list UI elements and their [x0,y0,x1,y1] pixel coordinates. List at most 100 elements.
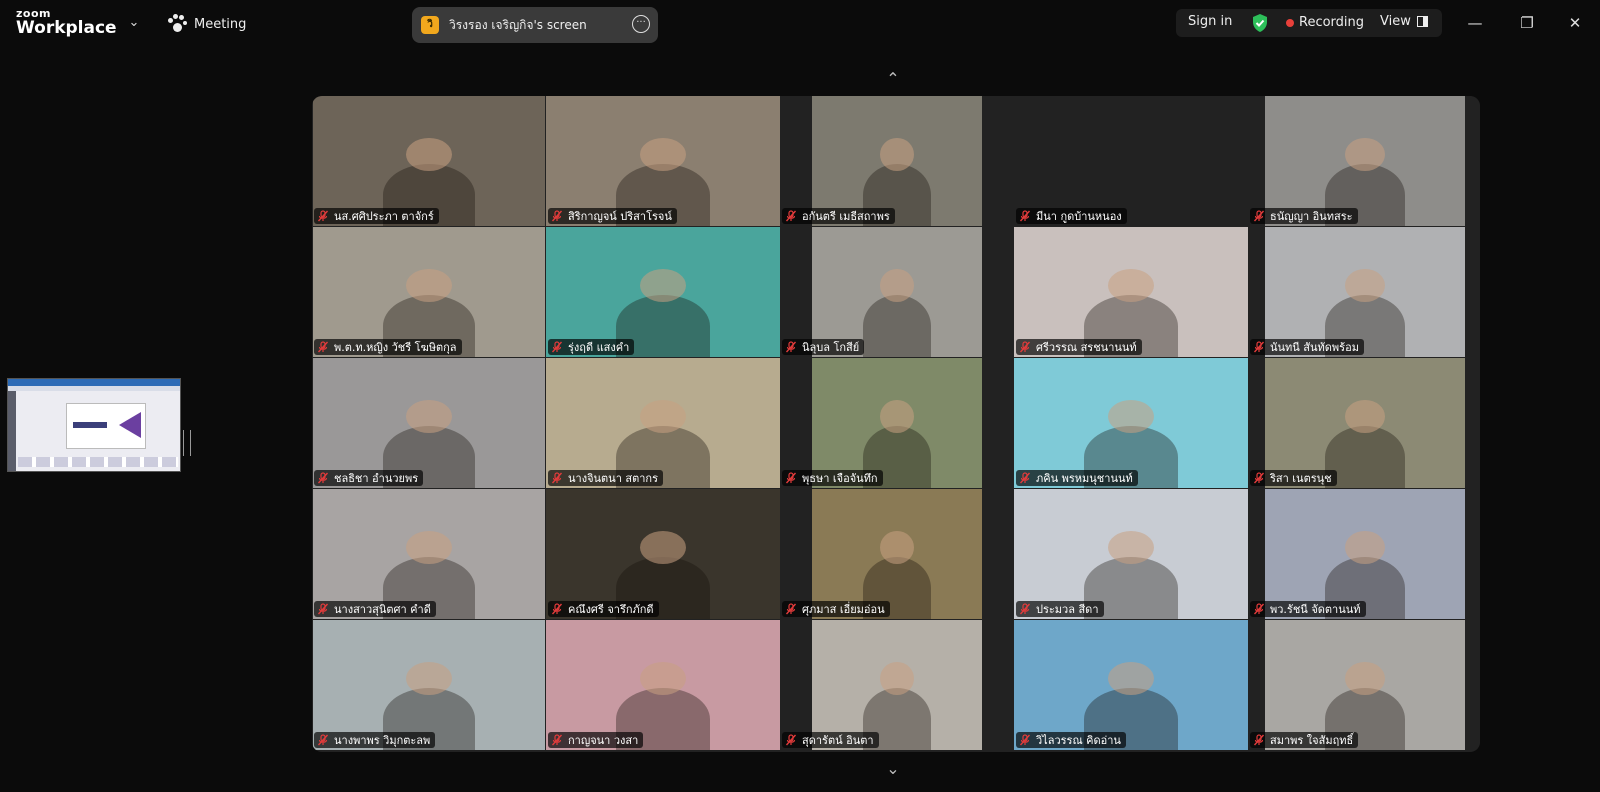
participant-name: กาญจนา วงสา [568,734,639,747]
view-button[interactable]: View [1380,14,1428,29]
participant-name: ศุภมาส เอี่ยมอ่อน [802,603,885,616]
participant-tile[interactable]: มีนา กูดบ้านหนอง [1014,96,1248,226]
participant-tile[interactable]: พุธษา เจือจันทึก [780,358,1014,488]
minimize-icon[interactable]: — [1464,12,1486,34]
participant-tile[interactable]: สมาพร ใจสัมฤทธิ์ [1248,620,1480,750]
mic-muted-icon [1019,603,1031,615]
participant-tile[interactable]: กาญจนา วงสา [546,620,780,750]
recording-indicator[interactable]: Recording [1286,15,1364,30]
participant-tile[interactable]: วิไลวรรณ คิดอ่าน [1014,620,1248,750]
participant-tile[interactable]: อกันตรี เมธีสถาพร [780,96,1014,226]
participant-tile[interactable]: นันทนี สันทัดพร้อม [1248,227,1480,357]
participant-tile[interactable]: คณึงศรี จารึกภักดี [546,489,780,619]
sharer-badge: วิ [421,16,439,34]
participant-name: พ.ต.ท.หญิง วัชรี โฆษิตกุล [334,341,457,354]
participant-name-tag: พุธษา เจือจันทึก [782,470,883,486]
participant-name: อกันตรี เมธีสถาพร [802,210,890,223]
participant-name: นางจินตนา สตากร [568,472,658,485]
participant-name-tag: ศุภมาส เอี่ยมอ่อน [782,601,890,617]
participant-name-tag: นางจินตนา สตากร [548,470,663,486]
participant-name: สุดารัตน์ อินตา [802,734,874,747]
mic-muted-icon [1019,734,1031,746]
participant-name-tag: นันทนี สันทัดพร้อม [1250,339,1364,355]
participant-name-tag: ชลธิชา อำนวยพร [314,470,424,486]
participant-name: มีนา กูดบ้านหนอง [1036,210,1122,223]
mic-muted-icon [1019,341,1031,353]
participant-name: พุธษา เจือจันทึก [802,472,878,485]
screen-share-indicator[interactable]: วิ วิรงรอง เจริญกิจ's screen ··· [412,7,658,43]
meeting-menu-button[interactable]: Meeting [166,12,246,36]
participant-name-tag: มีนา กูดบ้านหนอง [1016,208,1127,224]
participant-name: นันทนี สันทัดพร้อม [1270,341,1359,354]
participant-tile[interactable]: รุ่งฤดี แสงคำ [546,227,780,357]
participant-name: ธนัญญา อินทสระ [1270,210,1353,223]
participant-tile[interactable]: ริสา เนตรนุช [1248,358,1480,488]
participant-name-tag: ภคิน พรหมนุชานนท์ [1016,470,1138,486]
participant-tile[interactable]: ภคิน พรหมนุชานนท์ [1014,358,1248,488]
mic-muted-icon [317,472,329,484]
mic-muted-icon [785,472,797,484]
participant-name: นางสาวสุนิตศา คำดี [334,603,431,616]
mic-muted-icon [1253,341,1265,353]
mic-muted-icon [551,472,563,484]
participant-name-tag: พ.ต.ท.หญิง วัชรี โฆษิตกุล [314,339,462,355]
participant-name-tag: นางพาพร วิมุกตะลพ [314,732,436,748]
participant-tile[interactable]: ศรีวรรณ สรชนานนท์ [1014,227,1248,357]
participant-tile[interactable]: นส.ศศิประภา ตาจักร์ [312,96,546,226]
participant-tile[interactable]: ประมวล สีดา [1014,489,1248,619]
participant-tile[interactable]: ธนัญญา อินทสระ [1248,96,1480,226]
view-label: View [1380,14,1411,29]
view-layout-icon [1416,16,1428,27]
participant-name: คณึงศรี จารึกภักดี [568,603,654,616]
zoom-workplace-logo: zoom Workplace [16,8,117,37]
mic-muted-icon [317,341,329,353]
participant-name-tag: รุ่งฤดี แสงคำ [548,339,635,355]
mic-muted-icon [1253,472,1265,484]
more-options-icon[interactable]: ··· [632,15,650,33]
participant-name-tag: สุดารัตน์ อินตา [782,732,879,748]
mic-muted-icon [317,603,329,615]
participant-tile[interactable]: พว.รัชนี จัดตานนท์ [1248,489,1480,619]
mic-muted-icon [785,734,797,746]
mic-muted-icon [551,603,563,615]
participant-name: วิไลวรรณ คิดอ่าน [1036,734,1121,747]
participant-tile[interactable]: สิริกาญจน์ ปริสาโรจน์ [546,96,780,226]
chevron-down-icon[interactable]: ⌄ [124,13,144,33]
page-up-icon[interactable]: ⌃ [880,70,906,88]
shared-screen-thumbnail[interactable] [7,378,181,472]
participant-name: พว.รัชนี จัดตานนท์ [1270,603,1361,616]
participant-name: ริสา เนตรนุช [1270,472,1332,485]
participant-name-tag: วิไลวรรณ คิดอ่าน [1016,732,1126,748]
participant-tile[interactable]: สุดารัตน์ อินตา [780,620,1014,750]
mic-muted-icon [551,734,563,746]
mic-muted-icon [785,210,797,222]
page-down-icon[interactable]: ⌄ [880,760,906,778]
close-icon[interactable]: ✕ [1564,12,1586,34]
participant-name-tag: ศรีวรรณ สรชนานนท์ [1016,339,1142,355]
sign-in-button[interactable]: Sign in [1188,14,1232,29]
resize-handle[interactable] [183,430,191,456]
participant-tile[interactable]: พ.ต.ท.หญิง วัชรี โฆษิตกุล [312,227,546,357]
participant-tile[interactable]: ศุภมาส เอี่ยมอ่อน [780,489,1014,619]
participant-name-tag: ริสา เนตรนุช [1250,470,1337,486]
participant-name: ชลธิชา อำนวยพร [334,472,419,485]
mic-muted-icon [551,210,563,222]
participant-name-tag: อกันตรี เมธีสถาพร [782,208,895,224]
shield-check-icon[interactable] [1251,13,1269,33]
mic-muted-icon [551,341,563,353]
participant-name-tag: สมาพร ใจสัมฤทธิ์ [1250,732,1359,748]
participant-tile[interactable]: นางจินตนา สตากร [546,358,780,488]
participant-tile[interactable]: นางสาวสุนิตศา คำดี [312,489,546,619]
participant-name-tag: คณึงศรี จารึกภักดี [548,601,659,617]
mic-muted-icon [317,210,329,222]
meeting-label: Meeting [194,16,247,32]
participant-name: สมาพร ใจสัมฤทธิ์ [1270,734,1354,747]
participant-tile[interactable]: นางพาพร วิมุกตะลพ [312,620,546,750]
mic-muted-icon [1253,603,1265,615]
participant-name: นิลุบล โกสีย์ [802,341,860,354]
participant-name: ประมวล สีดา [1036,603,1099,616]
participant-tile[interactable]: นิลุบล โกสีย์ [780,227,1014,357]
participant-tile[interactable]: ชลธิชา อำนวยพร [312,358,546,488]
participant-name: ภคิน พรหมนุชานนท์ [1036,472,1133,485]
restore-icon[interactable]: ❐ [1516,12,1538,34]
